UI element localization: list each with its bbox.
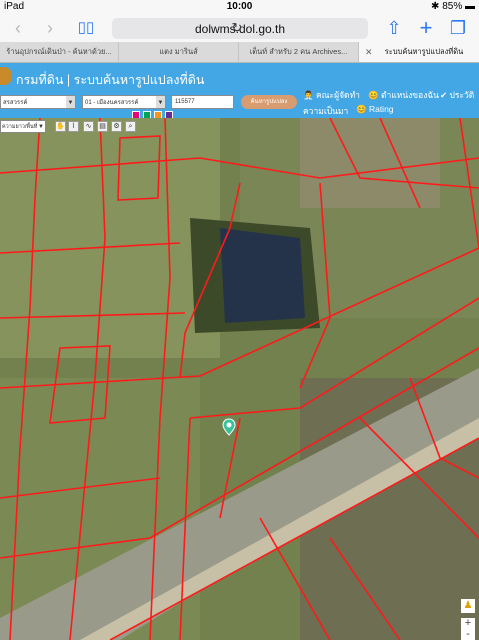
chevron-down-icon: ▼: [66, 96, 75, 108]
share-icon[interactable]: ⇧: [384, 18, 404, 38]
chevron-down-icon: ▼: [38, 124, 44, 130]
province-select[interactable]: สรสวรรค์ ▼: [0, 95, 76, 109]
dol-logo-icon: [0, 67, 12, 85]
tab-hiking-shop[interactable]: ร้านอุปกรณ์เดินป่า - ค้นหาด้วย...: [0, 42, 119, 62]
tab-bar: ร้านอุปกรณ์เดินป่า - ค้นหาด้วย... แตง มา…: [0, 42, 479, 63]
parcel-number-input[interactable]: 115577: [171, 95, 234, 109]
status-bar: iPad 10:00 ✱ 85% ▬: [0, 0, 479, 14]
back-icon[interactable]: ‹: [8, 18, 28, 38]
menu-history-label: ประวัติ: [449, 90, 475, 100]
pegman-icon[interactable]: ♟: [461, 599, 475, 613]
measure-select[interactable]: ความยาว/พื้นที่ ▼: [0, 120, 46, 133]
bookmarks-icon[interactable]: ▯▯: [76, 18, 96, 38]
forward-icon[interactable]: ›: [40, 18, 60, 38]
new-tab-icon[interactable]: +: [416, 17, 436, 39]
map-toolbar: ความยาว/พื้นที่ ▼ ✋ ⌇ ∿ ▤ ⚙ ⌕: [0, 118, 136, 133]
close-tab-icon[interactable]: ✕: [365, 42, 373, 62]
tab-tent-archives[interactable]: เต็นท์ สำหรับ 2 คน Archives...: [239, 42, 359, 62]
address-bar[interactable]: dolwms.dol.go.th ↻: [112, 18, 368, 39]
chart-icon[interactable]: ∿: [83, 121, 94, 132]
chevron-down-icon: ▼: [156, 96, 165, 108]
tab-label: เต็นท์ สำหรับ 2 คน Archives...: [249, 47, 348, 56]
battery-indicator: ✱ 85% ▬: [431, 1, 475, 12]
page-title: กรมที่ดิน | ระบบค้นหารูปแปลงที่ดิน: [16, 73, 205, 87]
search-parcel-button[interactable]: ค้นหารูปแปลง: [241, 95, 297, 109]
satellite-map[interactable]: [0, 118, 479, 640]
location-pin-icon[interactable]: [222, 418, 236, 436]
reload-icon[interactable]: ↻: [112, 20, 362, 36]
tab-label: แตง มารินส์: [159, 47, 198, 56]
polyline-icon[interactable]: ⌇: [68, 121, 79, 132]
zoom-out-button[interactable]: -: [461, 629, 475, 640]
province-value: สรสวรรค์: [3, 100, 28, 106]
tab-tang-marins[interactable]: แตง มารินส์: [119, 42, 239, 62]
zoom-control: + -: [461, 618, 475, 640]
map-imagery: [0, 118, 479, 640]
clock: 10:00: [226, 1, 253, 12]
district-value: 01 - เมืองนครสวรรค์: [85, 100, 139, 106]
tab-label: ร้านอุปกรณ์เดินป่า - ค้นหาด้วย...: [6, 47, 112, 56]
browser-toolbar: ‹ › ▯▯ dolwms.dol.go.th ↻ ⇧ + ❐: [0, 14, 479, 42]
battery-percent: 85%: [442, 1, 463, 12]
menu-rating[interactable]: 😊 Rating: [356, 104, 394, 115]
menu-position-label: ตำแหน่งของฉัน: [380, 90, 439, 100]
menu-staff-label: คณะผู้จัดทำ: [315, 90, 360, 100]
menu-rating-label: Rating: [368, 104, 394, 114]
district-select[interactable]: 01 - เมืองนครสวรรค์ ▼: [82, 95, 166, 109]
layers-icon[interactable]: ▤: [97, 121, 108, 132]
zoom-icon[interactable]: ⌕: [125, 121, 136, 132]
menu-position[interactable]: 😊 ตำแหน่งของฉัน: [368, 88, 439, 102]
settings-icon[interactable]: ⚙: [111, 121, 122, 132]
hand-icon[interactable]: ✋: [55, 121, 66, 132]
tab-land-search[interactable]: ✕ ระบบค้นหารูปแปลงที่ดิน: [359, 42, 479, 62]
menu-staff[interactable]: 👨‍💼 คณะผู้จัดทำ: [303, 88, 360, 102]
tab-label: ระบบค้นหารูปแปลงที่ดิน: [384, 47, 464, 56]
menu-history-2[interactable]: ความเป็นมา: [303, 104, 348, 118]
menu-history[interactable]: ✔ ประวัติ: [440, 88, 474, 102]
tabs-overview-icon[interactable]: ❐: [448, 18, 468, 38]
measure-value: ความยาว/พื้นที่: [2, 124, 38, 130]
